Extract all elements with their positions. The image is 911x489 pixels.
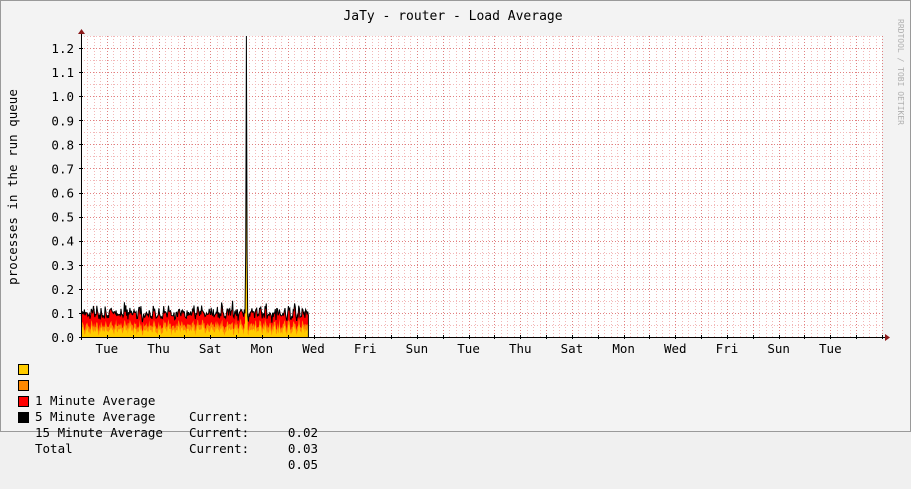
y-tick-label: 0.8: [51, 137, 74, 152]
legend-current-value-5min: 0.03: [287, 441, 318, 456]
legend-swatch-total: [18, 412, 29, 423]
y-tick-label: 1.1: [51, 65, 74, 80]
x-tick-label: Sat: [199, 341, 222, 356]
x-tick-label: Wed: [664, 341, 687, 356]
legend-current-label-5min: Current:: [189, 425, 250, 440]
x-tick-label: Thu: [147, 341, 170, 356]
legend-current-value-1min: 0.02: [287, 425, 318, 440]
watermark: RRDTOOL / TOBI OETIKER: [896, 19, 905, 125]
y-tick-label: 0.9: [51, 113, 74, 128]
x-tick-label: Tue: [96, 341, 119, 356]
y-tick-labels: 0.0 0.1 0.2 0.3 0.4 0.5 0.6 0.7 0.8 0.9 1.0 1.1 1.2: [51, 41, 83, 345]
y-tick-label: 0.7: [51, 161, 74, 176]
y-tick-label: 0.4: [51, 234, 74, 249]
x-tick-label: Sun: [767, 341, 790, 356]
legend-swatch-5min: [18, 380, 29, 391]
legend-current-label-15min: Current:: [189, 441, 250, 456]
legend-label-total: Total: [35, 441, 73, 456]
x-axis-arrow: [885, 334, 890, 341]
y-tick-label: 0.6: [51, 186, 74, 201]
y-axis-label: processes in the run queue: [5, 89, 20, 285]
chart-title: JaTy - router - Load Average: [343, 9, 562, 24]
plot-area: [81, 36, 882, 337]
y-tick-label: 1.0: [51, 89, 74, 104]
x-tick-label: Mon: [251, 341, 274, 356]
legend-item-15min: 15 Minute Average Current: 0.05: [18, 393, 318, 472]
y-tick-label: 0.5: [51, 210, 74, 225]
legend: 1 Minute Average Current: 0.02 5 Minute …: [18, 361, 318, 472]
x-tick-label: Sat: [561, 341, 584, 356]
x-tick-label: Fri: [354, 341, 377, 356]
legend-current-value-15min: 0.05: [287, 457, 318, 472]
legend-swatch-1min: [18, 364, 29, 375]
y-tick-label: 0.0: [51, 330, 74, 345]
x-tick-label: Tue: [457, 341, 480, 356]
legend-item-5min: 5 Minute Average Current: 0.03: [18, 377, 318, 456]
x-tick-label: Sun: [406, 341, 429, 356]
x-tick-labels: Tue Thu Sat Mon Wed Fri Sun Tue Thu Sat Mon Wed Fri S…: [81, 335, 883, 356]
graph-frame: 0.0 0.1 0.2 0.3 0.4 0.5 0.6 0.7 0.8 0.9 1.0 1.1 1.2 …: [0, 0, 911, 472]
y-tick-label: 0.1: [51, 306, 74, 321]
x-tick-label: Wed: [302, 341, 325, 356]
x-tick-label: Mon: [612, 341, 635, 356]
legend-swatch-15min: [18, 396, 29, 407]
y-tick-label: 0.3: [51, 258, 74, 273]
y-tick-label: 0.2: [51, 282, 74, 297]
legend-item-1min: 1 Minute Average Current: 0.02: [18, 361, 318, 440]
y-axis-arrow: [78, 29, 85, 34]
x-tick-label: Thu: [509, 341, 532, 356]
x-tick-label: Fri: [716, 341, 739, 356]
legend-current-label-1min: Current:: [189, 409, 250, 424]
legend-item-total: Total: [18, 409, 73, 456]
x-tick-label: Tue: [819, 341, 842, 356]
y-tick-label: 1.2: [51, 41, 74, 56]
load-average-chart: 0.00.10.20.30.40.50.60.70.80.91.01.11.2 …: [5, 9, 905, 356]
